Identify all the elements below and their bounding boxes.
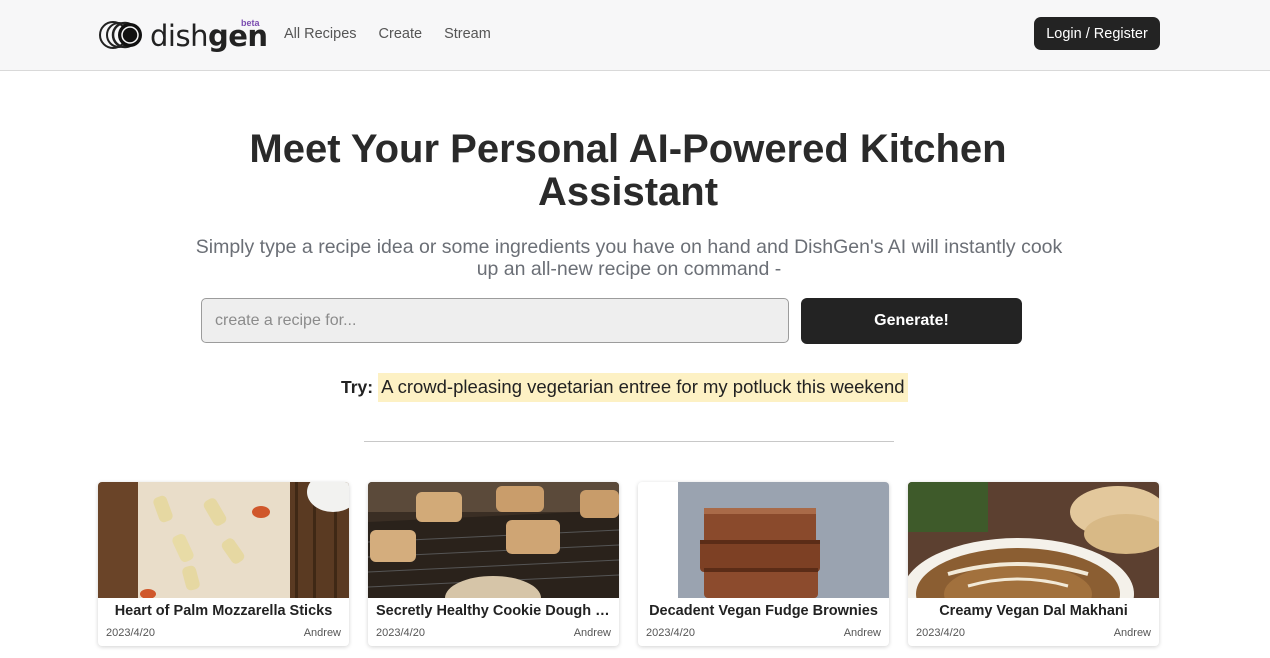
recipe-card-date: 2023/4/20 [916,627,965,639]
recipe-photo-cookie-dough-bites [368,482,619,598]
recipe-card-date: 2023/4/20 [376,627,425,639]
concentric-rings-logo-icon [99,21,142,49]
recipe-photo-mozzarella-sticks [98,482,349,598]
beta-badge: beta [241,18,260,28]
section-divider [364,441,894,442]
recipe-card-date: 2023/4/20 [646,627,695,639]
nav-link-create[interactable]: Create [379,25,423,43]
recipe-card[interactable]: Secretly Healthy Cookie Dough Bites 2023… [368,482,619,646]
try-suggestion-row: Try: A crowd-pleasing vegetarian entree … [341,372,908,402]
recipe-prompt-input[interactable] [201,298,789,343]
recipe-card[interactable]: Decadent Vegan Fudge Brownies 2023/4/20 … [638,482,889,646]
main-nav: All Recipes Create Stream [284,25,513,43]
recipe-photo-vegan-brownies [638,482,889,598]
recipe-card[interactable]: Creamy Vegan Dal Makhani 2023/4/20 Andre… [908,482,1159,646]
hero-subtitle: Simply type a recipe idea or some ingred… [195,236,1063,280]
try-label: Try: [341,376,374,397]
generate-button[interactable]: Generate! [801,298,1022,344]
recipe-card-date: 2023/4/20 [106,627,155,639]
login-register-button[interactable]: Login / Register [1034,17,1160,50]
recipe-card-author: Andrew [1113,627,1151,639]
logo-word-light: dish [150,18,208,53]
hero-title: Meet Your Personal AI-Powered Kitchen As… [249,127,1007,214]
recipe-card-title: Secretly Healthy Cookie Dough Bites [376,603,619,619]
recipe-card[interactable]: Heart of Palm Mozzarella Sticks 2023/4/2… [98,482,349,646]
recipe-card-author: Andrew [303,627,341,639]
recipe-card-author: Andrew [573,627,611,639]
top-navbar: dishgen beta All Recipes Create Stream L… [0,0,1270,71]
recipe-card-author: Andrew [843,627,881,639]
recipe-card-title: Creamy Vegan Dal Makhani [939,603,1128,619]
recipe-card-title: Decadent Vegan Fudge Brownies [649,603,878,619]
recipe-card-title: Heart of Palm Mozzarella Sticks [114,603,333,619]
recipe-photo-dal-makhani [908,482,1159,598]
dishgen-logo[interactable]: dishgen beta [99,17,268,53]
nav-link-stream[interactable]: Stream [444,25,491,43]
try-suggestion-text[interactable]: A crowd-pleasing vegetarian entree for m… [378,372,908,402]
nav-link-all-recipes[interactable]: All Recipes [284,25,357,43]
